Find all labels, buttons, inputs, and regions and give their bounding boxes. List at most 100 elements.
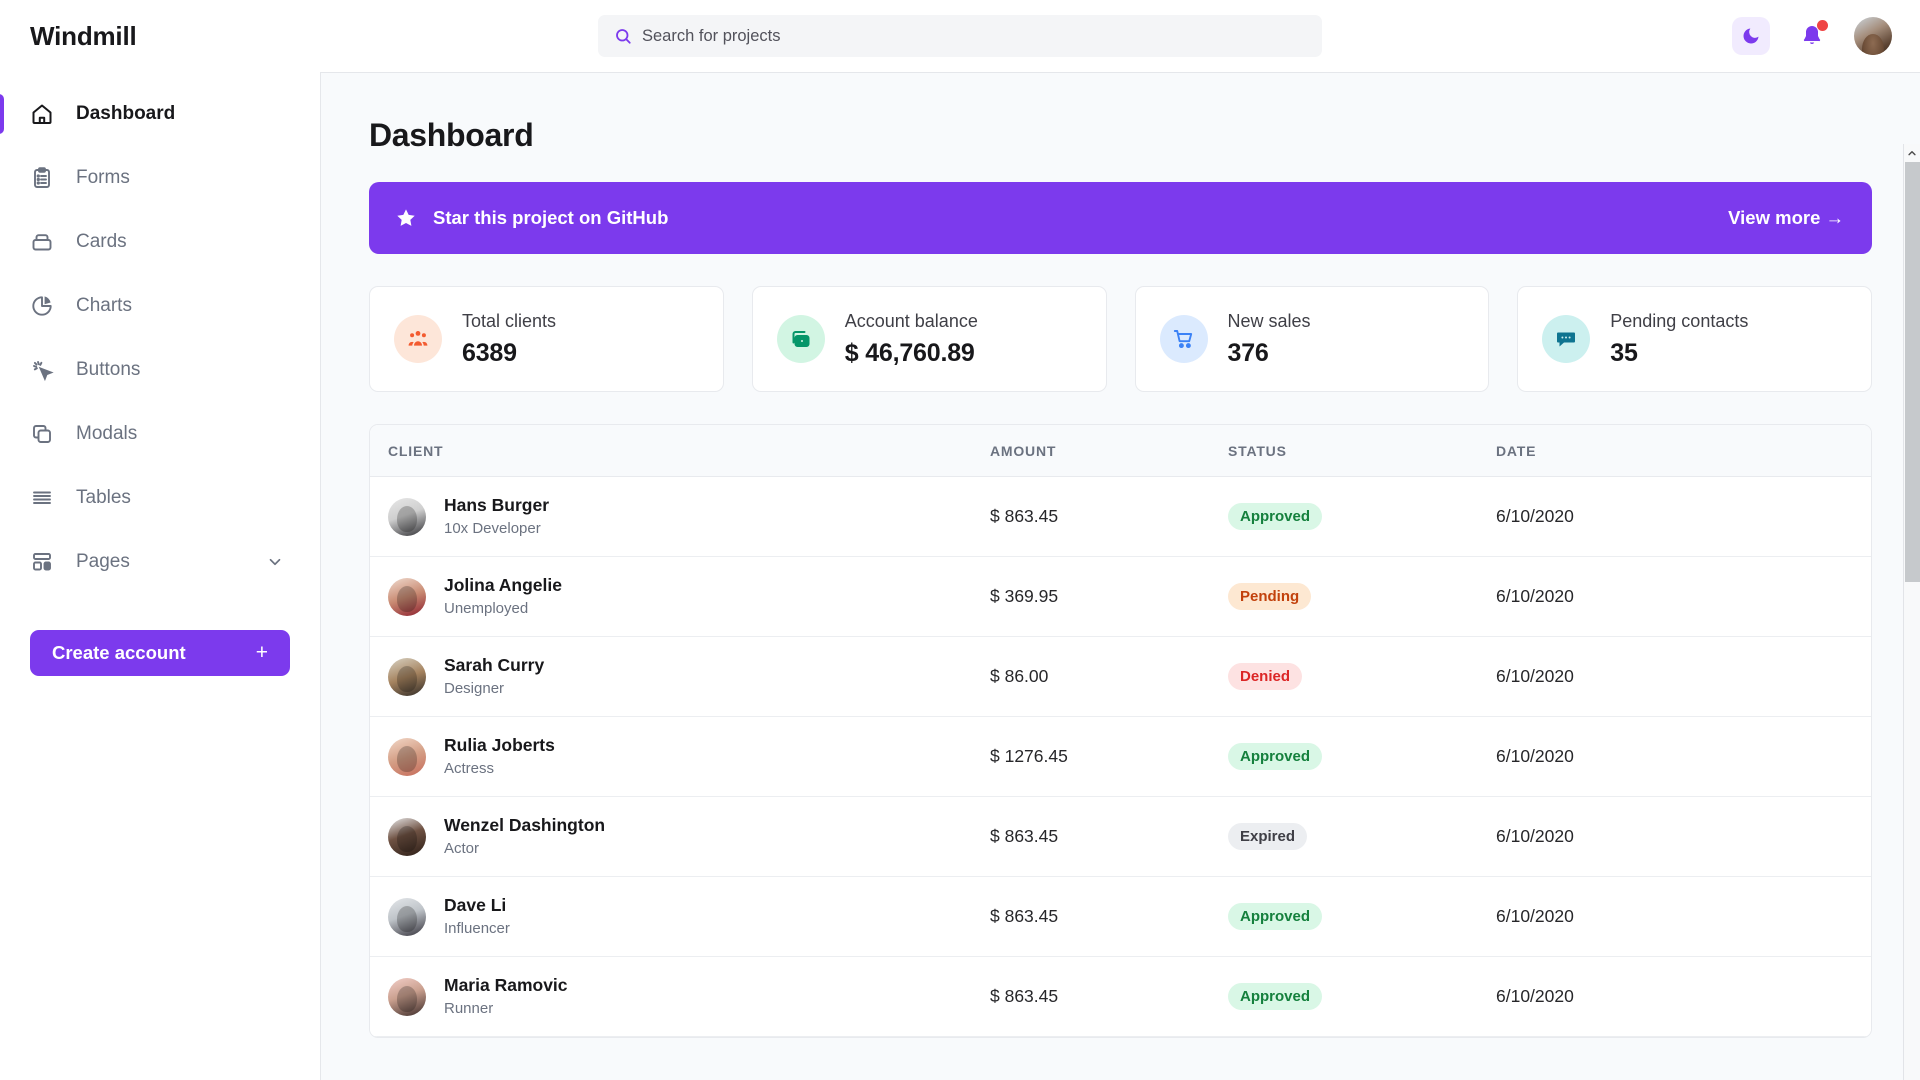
column-header-date: DATE — [1496, 442, 1537, 459]
table-row[interactable]: Dave Li Influencer $ 863.45 Approved 6/10/20… — [370, 877, 1871, 957]
create-account-button[interactable]: Create account + — [30, 630, 290, 676]
sidebar-item-tables[interactable]: Tables — [0, 466, 320, 530]
github-promo-banner[interactable]: Star this project on GitHub View more → — [369, 182, 1872, 254]
avatar — [388, 737, 426, 776]
cell-amount: $ 863.45 — [990, 506, 1059, 526]
status-badge: Approved — [1228, 743, 1323, 770]
table-row[interactable]: Sarah Curry Designer $ 86.00 Denied 6/10/202… — [370, 637, 1871, 717]
table-row[interactable]: Jolina Angelie Unemployed $ 369.95 Pending 6… — [370, 557, 1871, 637]
sidebar-item-label: Dashboard — [76, 103, 176, 124]
client-name: Rulia Joberts — [444, 734, 555, 755]
cell-client: Sarah Curry Designer — [370, 654, 990, 700]
client-name: Maria Ramovic — [444, 974, 568, 995]
client-name: Dave Li — [444, 894, 507, 915]
theme-toggle-button[interactable] — [1732, 17, 1770, 55]
stat-card-total-clients: Total clients 6389 — [369, 286, 724, 392]
brand-logo[interactable]: Windmill — [0, 21, 320, 52]
cell-date: 6/10/2020 — [1496, 906, 1574, 926]
cell-amount: $ 86.00 — [990, 666, 1049, 686]
stat-value: 35 — [1610, 338, 1638, 367]
chat-icon — [1542, 315, 1591, 363]
sidebar-item-label: Pages — [76, 551, 130, 572]
promo-text: Star this project on GitHub — [433, 207, 669, 228]
table-row[interactable]: Wenzel Dashington Actor $ 863.45 Expired 6/1… — [370, 797, 1871, 877]
status-badge: Expired — [1228, 823, 1308, 850]
stat-text: Total clients 6389 — [462, 311, 556, 368]
stat-value: 6389 — [462, 338, 517, 367]
client-role: Runner — [444, 1000, 494, 1018]
promo-left: Star this project on GitHub — [395, 207, 668, 229]
cell-client: Jolina Angelie Unemployed — [370, 574, 990, 620]
stat-label: Total clients — [462, 310, 557, 331]
search-box[interactable] — [598, 15, 1322, 57]
cell-date: 6/10/2020 — [1496, 986, 1574, 1006]
box-icon — [32, 234, 52, 251]
sidebar-item-dashboard[interactable]: Dashboard — [0, 82, 320, 146]
stat-label: New sales — [1227, 310, 1311, 331]
avatar-silhouette — [397, 505, 417, 532]
avatar — [388, 977, 426, 1016]
home-icon — [32, 104, 52, 124]
status-badge: Pending — [1228, 583, 1312, 610]
status-badge: Approved — [1228, 903, 1323, 930]
client-role: Actor — [444, 840, 480, 858]
client-info: Wenzel Dashington Actor — [444, 814, 605, 860]
cell-status: Pending — [1228, 583, 1496, 610]
stat-value: 376 — [1227, 338, 1269, 367]
scrollbar-thumb[interactable] — [1905, 162, 1920, 582]
promo-view-more-link[interactable]: View more → — [1728, 207, 1844, 229]
sidebar-item-charts[interactable]: Charts — [0, 274, 320, 338]
cell-amount: $ 863.45 — [990, 906, 1059, 926]
client-info: Maria Ramovic Runner — [444, 974, 568, 1020]
cell-status: Approved — [1228, 983, 1496, 1010]
table-header-row: CLIENT AMOUNT STATUS DATE — [370, 425, 1871, 477]
sidebar-item-cards[interactable]: Cards — [0, 210, 320, 274]
status-badge: Denied — [1228, 663, 1303, 690]
search-input[interactable] — [642, 26, 1306, 46]
sidebar-item-forms[interactable]: Forms — [0, 146, 320, 210]
cell-status: Approved — [1228, 743, 1496, 770]
chevron-down-icon[interactable] — [266, 553, 284, 571]
avatar-silhouette — [397, 745, 417, 772]
cell-client: Rulia Joberts Actress — [370, 734, 990, 780]
avatar-silhouette — [397, 585, 417, 612]
sidebar: Dashboard Forms Cards Charts Buttons Mod… — [0, 72, 320, 1080]
cell-client: Dave Li Influencer — [370, 894, 990, 940]
scroll-up-button[interactable] — [1904, 144, 1920, 161]
avatar-silhouette — [397, 825, 417, 852]
avatar — [388, 897, 426, 936]
client-name: Hans Burger — [444, 494, 550, 515]
cell-status: Expired — [1228, 823, 1496, 850]
sidebar-item-modals[interactable]: Modals — [0, 402, 320, 466]
table-row[interactable]: Hans Burger 10x Developer $ 863.45 Approved… — [370, 477, 1871, 557]
avatar — [388, 577, 426, 616]
stat-cards: Total clients 6389 Account balance $ 46,… — [369, 286, 1872, 392]
client-name: Jolina Angelie — [444, 574, 562, 595]
star-icon — [397, 209, 415, 226]
avatar[interactable] — [1854, 17, 1892, 55]
sidebar-item-pages[interactable]: Pages — [0, 530, 320, 594]
client-role: Unemployed — [444, 600, 529, 618]
sidebar-item-label: Charts — [76, 295, 132, 316]
table-row[interactable]: Maria Ramovic Runner $ 863.45 Approved 6/10/… — [370, 957, 1871, 1037]
stat-card-new-sales: New sales 376 — [1134, 286, 1490, 392]
notifications-button[interactable] — [1798, 20, 1828, 51]
cell-status: Approved — [1228, 503, 1496, 530]
avatar-silhouette — [397, 985, 417, 1012]
stat-label: Pending contacts — [1610, 310, 1749, 331]
cell-client: Hans Burger 10x Developer — [370, 494, 990, 540]
table-body: Hans Burger 10x Developer $ 863.45 Approved… — [370, 477, 1871, 1037]
client-role: Actress — [444, 760, 495, 778]
sidebar-item-label: Modals — [76, 423, 138, 444]
clipboard-icon — [34, 167, 50, 188]
client-role: Designer — [444, 680, 505, 698]
cell-client: Wenzel Dashington Actor — [370, 814, 990, 860]
app-root: Windmill Search for projects Dashboard F… — [0, 0, 1920, 1080]
cell-date: 6/10/2020 — [1496, 506, 1574, 526]
cell-client: Maria Ramovic Runner — [370, 974, 990, 1020]
top-bar: Windmill — [0, 0, 1920, 72]
table-row[interactable]: Rulia Joberts Actress $ 1276.45 Approved 6/1… — [370, 717, 1871, 797]
vertical-scrollbar[interactable] — [1903, 144, 1920, 1080]
sidebar-item-buttons[interactable]: Buttons — [0, 338, 320, 402]
client-info: Rulia Joberts Actress — [444, 734, 555, 780]
